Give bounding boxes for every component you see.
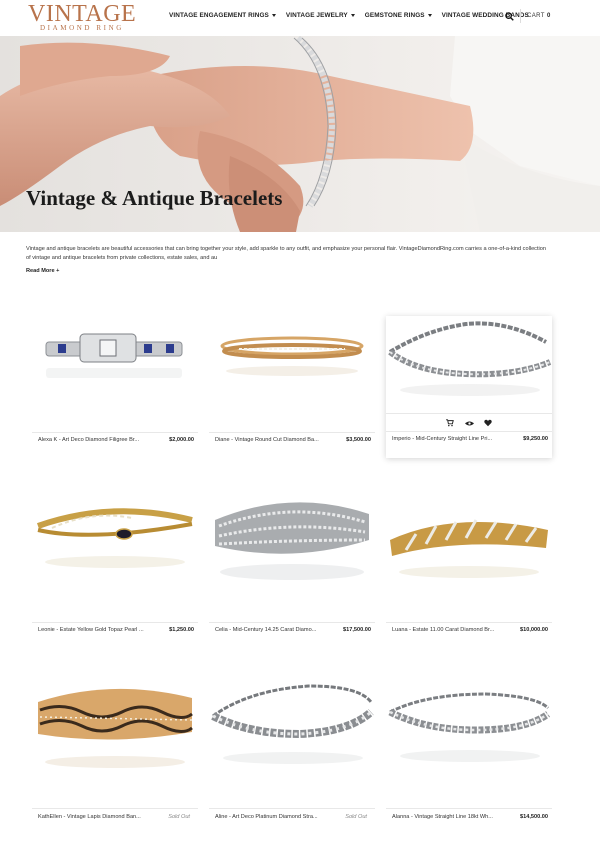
- product-price: $9,250.00: [523, 436, 548, 442]
- main-nav: VINTAGE ENGAGEMENT RINGS VINTAGE JEWELRY…: [169, 12, 529, 19]
- product-image[interactable]: [32, 672, 198, 782]
- product-card[interactable]: Alexa K - Art Deco Diamond Filigree Br..…: [32, 316, 198, 450]
- bracelet-image: [45, 333, 183, 378]
- product-image[interactable]: [386, 316, 552, 412]
- product-actions: [386, 416, 552, 430]
- product-card[interactable]: Alanna - Vintage Straight Line 18kt Wh..…: [386, 672, 552, 820]
- product-card[interactable]: Diane - Vintage Round Cut Diamond Ba... …: [209, 316, 375, 450]
- product-name[interactable]: Luana - Estate 11.00 Carat Diamond Br...: [392, 627, 504, 633]
- product-name[interactable]: Alexa K - Art Deco Diamond Filigree Br..…: [38, 437, 150, 443]
- product-name[interactable]: Leonie - Estate Yellow Gold Topaz Pearl …: [38, 627, 150, 633]
- product-price: $2,000.00: [169, 437, 194, 443]
- product-image[interactable]: [386, 490, 552, 600]
- divider: [209, 432, 375, 433]
- divider: [520, 9, 521, 23]
- intro-paragraph: Vintage and antique bracelets are beauti…: [26, 246, 546, 261]
- product-name[interactable]: KathEllen - Vintage Lapis Diamond Ban...: [38, 814, 150, 820]
- product-name[interactable]: Imperio - Mid-Century Straight Line Pri.…: [392, 436, 504, 442]
- product-image[interactable]: [209, 490, 375, 600]
- product-name[interactable]: Celia - Mid-Century 14.25 Carat Diamo...: [215, 627, 327, 633]
- product-price: $17,500.00: [343, 627, 371, 633]
- nav-item-engagement-rings[interactable]: VINTAGE ENGAGEMENT RINGS: [169, 12, 276, 19]
- nav-item-label: VINTAGE WEDDING BANDS: [441, 12, 529, 19]
- cart-count-badge[interactable]: 0: [547, 13, 550, 19]
- product-name[interactable]: Alanna - Vintage Straight Line 18kt Wh..…: [392, 814, 504, 820]
- divider: [32, 808, 198, 809]
- heart-icon[interactable]: [484, 419, 493, 428]
- product-card[interactable]: Leonie - Estate Yellow Gold Topaz Pearl …: [32, 490, 198, 633]
- bracelet-image: [211, 684, 374, 764]
- bracelet-image: [215, 502, 369, 580]
- product-price: $10,000.00: [520, 627, 548, 633]
- product-card[interactable]: Imperio - Mid-Century Straight Line Pri.…: [386, 316, 552, 458]
- product-image[interactable]: [209, 672, 375, 782]
- product-card[interactable]: Luana - Estate 11.00 Carat Diamond Br...…: [386, 490, 552, 633]
- bracelet-image: [390, 519, 548, 578]
- product-price: $1,250.00: [169, 627, 194, 633]
- nav-item-gemstone-rings[interactable]: GEMSTONE RINGS: [365, 12, 432, 19]
- eye-icon[interactable]: [464, 419, 474, 428]
- divider: [386, 431, 552, 432]
- product-name[interactable]: Diane - Vintage Round Cut Diamond Ba...: [215, 437, 327, 443]
- chevron-down-icon: [350, 14, 355, 17]
- divider: [386, 413, 552, 414]
- sold-out-label: Sold Out: [168, 814, 190, 820]
- bracelet-image: [388, 692, 551, 762]
- page-title: Vintage & Antique Bracelets: [26, 186, 283, 210]
- product-card[interactable]: KathEllen - Vintage Lapis Diamond Ban...…: [32, 672, 198, 820]
- product-price: $3,500.00: [346, 437, 371, 443]
- bracelet-image: [37, 508, 193, 568]
- product-image[interactable]: [32, 490, 198, 600]
- cart-link[interactable]: CART: [527, 13, 545, 19]
- product-card[interactable]: Aline - Art Deco Platinum Diamond Stra..…: [209, 672, 375, 820]
- product-image[interactable]: [209, 316, 375, 426]
- divider: [209, 622, 375, 623]
- nav-item-wedding-bands[interactable]: VINTAGE WEDDING BANDS: [442, 12, 529, 19]
- cart-icon[interactable]: [446, 419, 455, 428]
- product-image[interactable]: [386, 672, 552, 782]
- logo-sub-text: DIAMOND RING: [40, 24, 124, 32]
- chevron-down-icon: [427, 14, 432, 17]
- logo-main-text: VINTAGE: [28, 1, 137, 27]
- product-image[interactable]: [32, 316, 198, 426]
- chevron-down-icon: [271, 14, 276, 17]
- product-card[interactable]: Celia - Mid-Century 14.25 Carat Diamo...…: [209, 490, 375, 633]
- product-price: $14,500.00: [520, 814, 548, 820]
- sold-out-label: Sold Out: [345, 814, 367, 820]
- divider: [32, 622, 198, 623]
- nav-item-label: VINTAGE ENGAGEMENT RINGS: [169, 12, 269, 19]
- divider: [209, 808, 375, 809]
- hero-banner: Vintage & Antique Bracelets: [0, 36, 600, 232]
- product-name[interactable]: Aline - Art Deco Platinum Diamond Stra..…: [215, 814, 327, 820]
- nav-item-label: VINTAGE JEWELRY: [285, 12, 348, 19]
- logo[interactable]: VINTAGE DIAMOND RING: [28, 2, 136, 32]
- search-icon[interactable]: [505, 12, 514, 21]
- divider: [386, 808, 552, 809]
- read-more-link[interactable]: Read More +: [26, 268, 59, 274]
- bracelet-image: [38, 688, 193, 768]
- bracelet-image: [220, 336, 364, 376]
- divider: [386, 622, 552, 623]
- nav-item-label: GEMSTONE RINGS: [364, 12, 425, 19]
- bracelet-image: [388, 321, 552, 396]
- divider: [32, 432, 198, 433]
- site-header: VINTAGE DIAMOND RING VINTAGE ENGAGEMENT …: [0, 0, 600, 36]
- nav-item-vintage-jewelry[interactable]: VINTAGE JEWELRY: [286, 12, 355, 19]
